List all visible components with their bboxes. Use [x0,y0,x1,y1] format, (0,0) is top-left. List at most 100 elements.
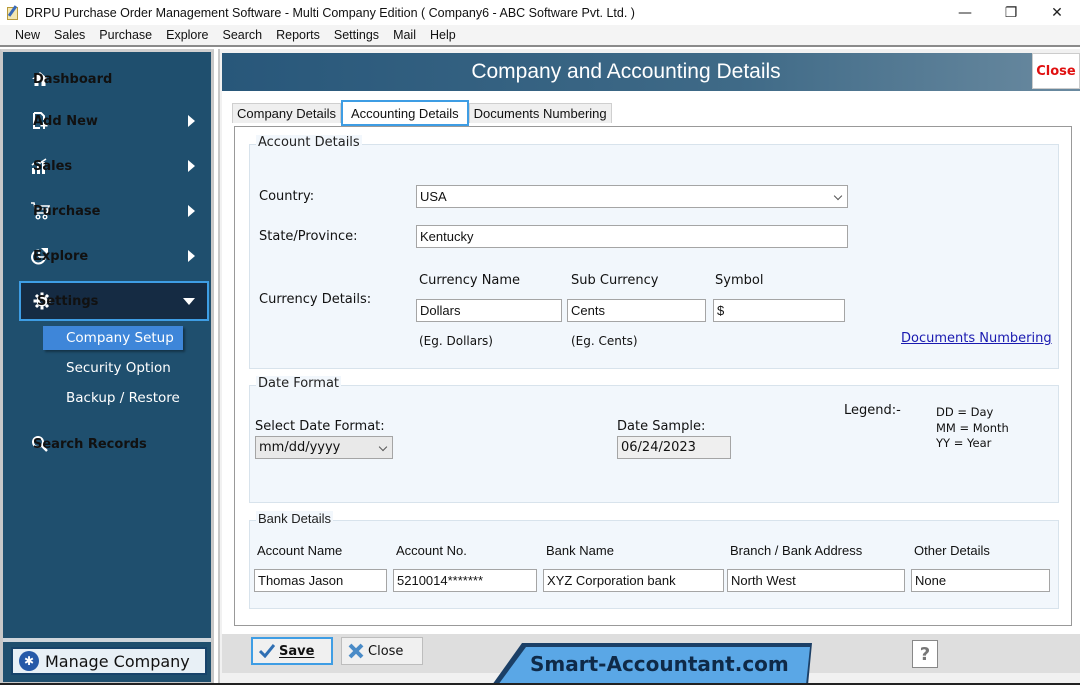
account-no-input[interactable]: 5210014******* [393,569,537,592]
menu-mail[interactable]: Mail [386,28,423,42]
sidebar-subitem-security-option[interactable]: Security Option [43,356,183,380]
chevron-right-icon [188,160,195,172]
save-label: Save [279,643,315,659]
legend-month: MM = Month [936,421,1009,435]
date-format-value: mm/dd/yyyy [259,440,341,455]
restore-button[interactable]: ❐ [988,0,1034,25]
sub-currency-label: Sub Currency [571,273,659,288]
tab-accounting-details[interactable]: Accounting Details [341,100,469,126]
other-details-input[interactable]: None [911,569,1050,592]
application-window: DRPU Purchase Order Management Software … [0,0,1080,685]
symbol-label: Symbol [715,273,764,288]
sidebar-subitem-backup-restore[interactable]: Backup / Restore [43,386,183,410]
accounting-details-content: Account Details Country: USA State/Provi… [234,126,1072,626]
main-panel: Company and Accounting Details Close Com… [218,49,1080,685]
date-format-legend: Date Format [256,376,342,391]
sidebar-subitem-company-setup[interactable]: Company Setup [43,326,183,350]
legend-label: Legend:- [844,403,901,418]
account-name-input[interactable]: Thomas Jason [254,569,387,592]
footer-bar: Save Close Smart-Accountant.com ? [222,634,1080,685]
country-select[interactable]: USA [416,185,848,208]
close-x-icon [348,643,364,659]
menu-help[interactable]: Help [423,28,463,42]
sidebar-divider [3,638,211,642]
gear-icon: ✱ [19,651,39,671]
date-format-group: Date Format Select Date Format: mm/dd/yy… [249,376,1059,503]
tab-documents-numbering[interactable]: Documents Numbering [468,103,612,123]
account-details-group: Account Details Country: USA State/Provi… [249,135,1059,369]
bank-details-group: Bank Details Account Name Account No. Ba… [249,511,1059,609]
help-button[interactable]: ? [912,640,938,668]
legend-year: YY = Year [936,436,992,450]
chevron-down-icon [378,442,388,452]
app-logo-icon [5,4,21,21]
date-sample-label: Date Sample: [617,419,706,434]
page-title: Company and Accounting Details [471,60,781,83]
help-icon: ? [919,643,931,665]
manage-company-button[interactable]: ✱ Manage Company [11,647,207,675]
window-controls: — ❐ ✕ [942,0,1080,25]
bank-name-input[interactable]: XYZ Corporation bank [543,569,724,592]
brand-banner: Smart-Accountant.com [492,639,812,685]
menu-sales[interactable]: Sales [47,28,92,42]
country-value: USA [420,189,447,204]
minimize-button[interactable]: — [942,0,988,25]
menu-bar: New Sales Purchase Explore Search Report… [0,25,1080,47]
other-details-label: Other Details [914,543,990,558]
bank-name-label: Bank Name [546,543,614,558]
select-date-format-label: Select Date Format: [255,419,385,434]
menu-new[interactable]: New [8,28,47,42]
close-icon: ✕ [1051,4,1063,21]
branch-address-label: Branch / Bank Address [730,543,863,558]
state-input[interactable]: Kentucky [416,225,848,248]
sub-currency-input[interactable]: Cents [567,299,706,322]
close-button[interactable]: Close [341,637,423,665]
account-details-legend: Account Details [256,135,362,150]
branch-address-input[interactable]: North West [727,569,905,592]
chevron-down-icon [183,297,195,305]
menu-explore[interactable]: Explore [159,28,215,42]
panel-header: Company and Accounting Details Close [222,53,1080,91]
chevron-right-icon [188,205,195,217]
currency-details-label: Currency Details: [259,292,372,307]
menu-settings[interactable]: Settings [327,28,386,42]
menu-purchase[interactable]: Purchase [92,28,159,42]
sidebar-item-add-new[interactable]: Add New [17,101,207,141]
sidebar-item-dashboard[interactable]: Dashboard [17,59,207,99]
restore-icon: ❐ [1004,4,1018,21]
account-name-label: Account Name [257,543,343,558]
checkmark-icon [259,644,275,658]
menu-search[interactable]: Search [216,28,270,42]
legend-day: DD = Day [936,405,994,419]
currency-name-input[interactable]: Dollars [416,299,562,322]
brand-text: Smart-Accountant.com [530,652,789,676]
currency-name-label: Currency Name [419,273,521,288]
sidebar-item-explore[interactable]: Explore [17,236,207,276]
currency-name-hint: (Eg. Dollars) [419,334,493,348]
window-title: DRPU Purchase Order Management Software … [25,5,635,20]
sidebar-item-purchase[interactable]: Purchase [17,191,207,231]
panel-body: Company Details Accounting Details Docum… [222,91,1080,634]
header-close-button[interactable]: Close [1032,53,1080,89]
title-bar: DRPU Purchase Order Management Software … [0,0,1080,25]
menu-reports[interactable]: Reports [269,28,327,42]
chevron-down-icon [833,191,843,201]
symbol-input[interactable]: $ [713,299,845,322]
date-format-select[interactable]: mm/dd/yyyy [255,436,393,459]
chevron-right-icon [188,115,195,127]
tab-company-details[interactable]: Company Details [232,103,341,123]
sidebar-item-search-records[interactable]: Search Records [17,424,207,464]
close-label: Close [368,643,404,659]
date-sample-field: 06/24/2023 [617,436,731,459]
minimize-icon: — [958,4,972,21]
documents-numbering-link[interactable]: Documents Numbering [901,331,1052,346]
save-button[interactable]: Save [251,637,333,665]
sidebar-item-sales[interactable]: Sales [17,146,207,186]
window-close-button[interactable]: ✕ [1034,0,1080,25]
manage-company-label: Manage Company [45,651,190,671]
country-label: Country: [259,189,315,204]
sub-currency-hint: (Eg. Cents) [571,334,638,348]
sidebar: Dashboard Add New Sales Purchase Explore… [0,49,214,685]
bank-details-legend: Bank Details [256,511,333,526]
sidebar-item-settings[interactable]: Settings [19,281,209,321]
